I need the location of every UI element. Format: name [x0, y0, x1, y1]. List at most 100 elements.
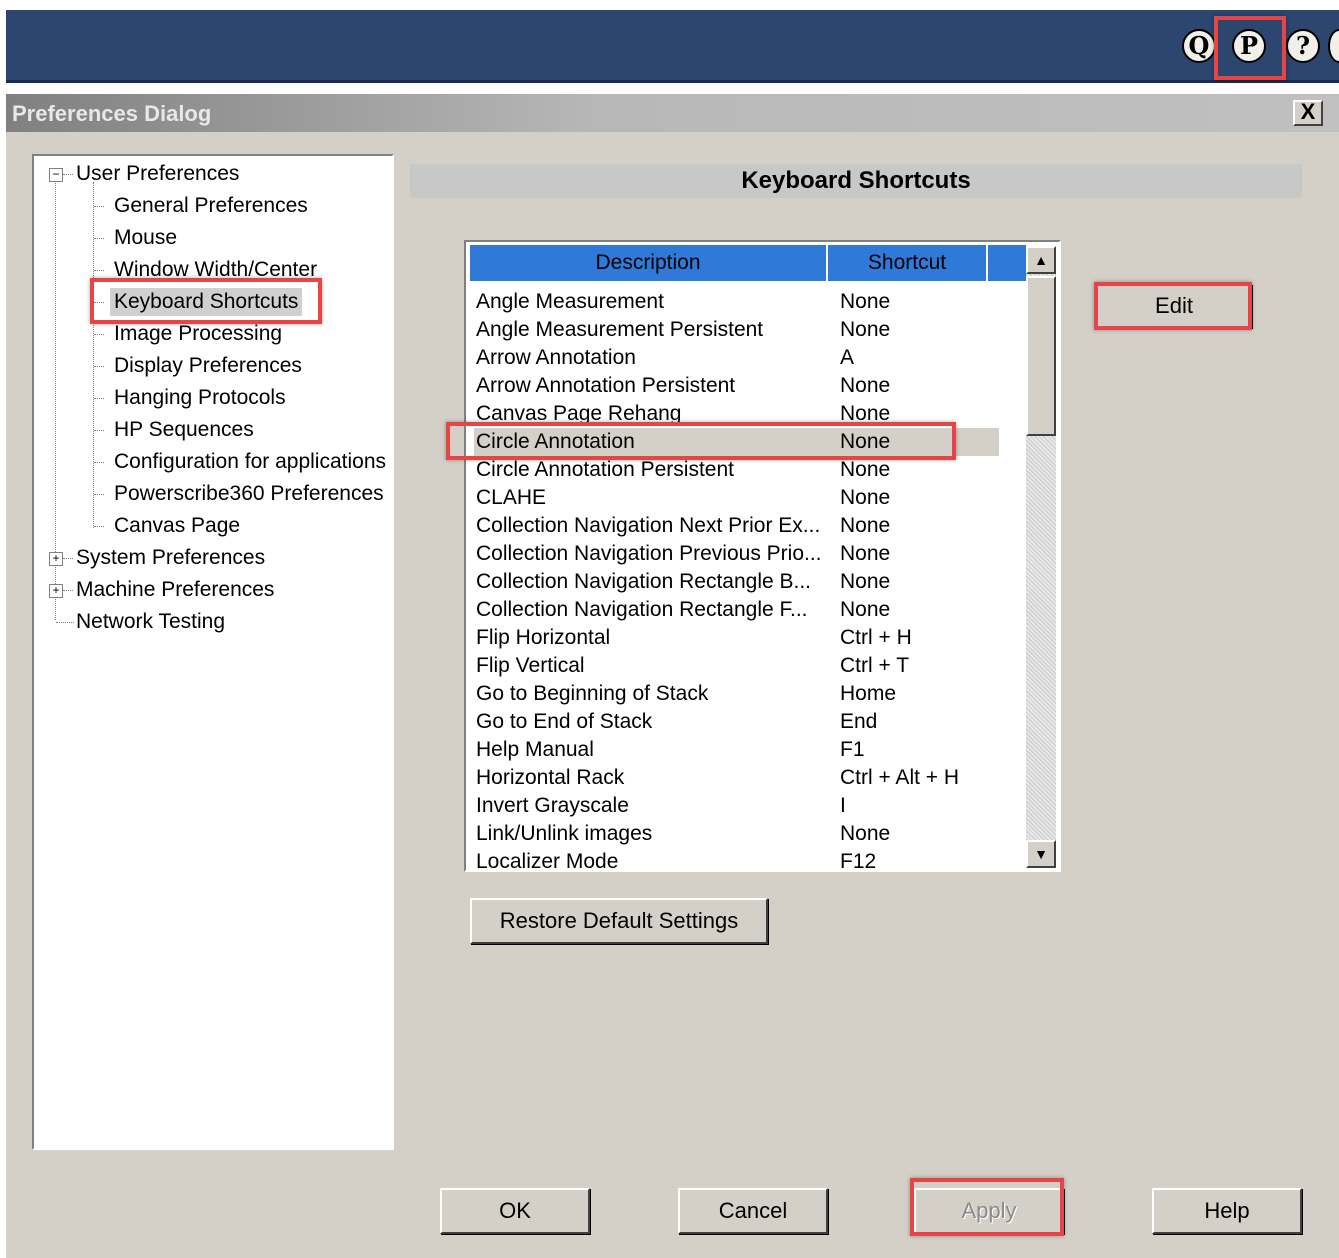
row-shortcut: None	[840, 430, 891, 453]
tree-line	[63, 590, 73, 591]
help-icon[interactable]: ?	[1286, 29, 1320, 63]
tree-item-powerscribe360-preferences[interactable]: Powerscribe360 Preferences	[114, 480, 384, 508]
table-row[interactable]: Collection Navigation Rectangle F... None	[474, 596, 999, 624]
row-shortcut: Ctrl + H	[840, 626, 912, 649]
tree-item-hp-sequences[interactable]: HP Sequences	[114, 416, 254, 444]
table-row[interactable]: Circle Annotation None	[474, 428, 999, 456]
table-row[interactable]: Go to Beginning of Stack Home	[474, 680, 999, 708]
table-row[interactable]: Flip Vertical Ctrl + T	[474, 652, 999, 680]
dialog-title: Preferences Dialog	[12, 101, 212, 126]
vertical-scrollbar[interactable]: ▲ ▼	[1026, 246, 1056, 868]
column-header-filler	[988, 245, 1026, 281]
table-row[interactable]: Collection Navigation Previous Prio... No…	[474, 540, 999, 568]
expand-icon[interactable]: +	[49, 552, 63, 566]
collapse-icon[interactable]: −	[49, 168, 63, 182]
tree-item-machine-preferences[interactable]: Machine Preferences	[76, 576, 274, 604]
tree-item-mouse[interactable]: Mouse	[114, 224, 177, 252]
table-row[interactable]: Go to End of Stack End	[474, 708, 999, 736]
dialog-titlebar: Preferences Dialog X	[6, 94, 1339, 132]
panel-heading: Keyboard Shortcuts	[410, 164, 1302, 198]
close-button[interactable]: X	[1293, 100, 1323, 126]
tree-item-general-preferences[interactable]: General Preferences	[114, 192, 308, 220]
table-row[interactable]: Angle Measurement Persistent None	[474, 316, 999, 344]
row-shortcut: None	[840, 318, 891, 341]
tree-item-window-width-center[interactable]: Window Width/Center	[114, 256, 317, 284]
row-description: Canvas Page Rehang	[476, 402, 682, 425]
row-description: Collection Navigation Rectangle F...	[476, 598, 808, 621]
column-header-description[interactable]: Description	[470, 245, 828, 281]
tree-line	[94, 334, 104, 335]
restore-default-settings-button[interactable]: Restore Default Settings	[470, 898, 768, 944]
edit-button[interactable]: Edit	[1096, 284, 1252, 328]
preferences-icon[interactable]: P	[1232, 29, 1266, 63]
help-button[interactable]: Help	[1152, 1188, 1302, 1234]
tree-line	[94, 494, 104, 495]
preferences-tree: − User Preferences General Preferences M…	[32, 154, 394, 1150]
expand-icon[interactable]: +	[49, 584, 63, 598]
row-shortcut: None	[840, 458, 891, 481]
shortcut-rows: Angle Measurement None Angle Measurement P…	[474, 288, 999, 872]
tree-line	[63, 174, 73, 175]
row-description: Help Manual	[476, 738, 594, 761]
ok-button[interactable]: OK	[440, 1188, 590, 1234]
tree-item-configuration-for-applications[interactable]: Configuration for applications	[114, 448, 386, 476]
row-shortcut: None	[840, 570, 891, 593]
table-row[interactable]: Canvas Page Rehang None	[474, 400, 999, 428]
row-description: CLAHE	[476, 486, 547, 509]
row-shortcut: F1	[840, 738, 865, 761]
row-description: Go to Beginning of Stack	[476, 682, 709, 705]
tree-line	[94, 526, 104, 527]
tree-item-keyboard-shortcuts[interactable]: Keyboard Shortcuts	[110, 288, 303, 316]
partial-icon[interactable]	[1328, 29, 1339, 63]
table-row[interactable]: Invert Grayscale I	[474, 792, 999, 820]
table-row[interactable]: Link/Unlink images None	[474, 820, 999, 848]
row-shortcut: None	[840, 374, 891, 397]
row-description: Arrow Annotation	[476, 346, 636, 369]
q-icon[interactable]: Q	[1182, 29, 1216, 63]
cancel-button[interactable]: Cancel	[678, 1188, 828, 1234]
tree-item-system-preferences[interactable]: System Preferences	[76, 544, 265, 572]
apply-button[interactable]: Apply	[914, 1188, 1064, 1234]
scroll-down-icon[interactable]: ▼	[1026, 840, 1056, 868]
tree-item-image-processing[interactable]: Image Processing	[114, 320, 282, 348]
scroll-thumb[interactable]	[1026, 276, 1056, 436]
table-row[interactable]: Angle Measurement None	[474, 288, 999, 316]
row-shortcut: None	[840, 822, 891, 845]
tree-line	[94, 398, 104, 399]
tree-line	[93, 182, 94, 528]
row-description: Invert Grayscale	[476, 794, 629, 817]
table-row[interactable]: Arrow Annotation A	[474, 344, 999, 372]
table-row[interactable]: Localizer Mode F12	[474, 848, 999, 872]
table-row[interactable]: Horizontal Rack Ctrl + Alt + H	[474, 764, 999, 792]
row-shortcut: End	[840, 710, 878, 733]
tree-item-display-preferences[interactable]: Display Preferences	[114, 352, 302, 380]
column-header-shortcut[interactable]: Shortcut	[828, 245, 988, 281]
row-description: Horizontal Rack	[476, 766, 625, 789]
table-row[interactable]: Help Manual F1	[474, 736, 999, 764]
table-row[interactable]: Circle Annotation Persistent None	[474, 456, 999, 484]
tree-item-hanging-protocols[interactable]: Hanging Protocols	[114, 384, 286, 412]
tree-line	[94, 270, 104, 271]
row-shortcut: A	[840, 346, 855, 369]
table-row[interactable]: Collection Navigation Rectangle B... None	[474, 568, 999, 596]
table-row[interactable]: Flip Horizontal Ctrl + H	[474, 624, 999, 652]
row-description: Collection Navigation Next Prior Ex...	[476, 514, 821, 537]
tree-line	[94, 430, 104, 431]
table-row[interactable]: CLAHE None	[474, 484, 999, 512]
table-row[interactable]: Collection Navigation Next Prior Ex... No…	[474, 512, 999, 540]
row-shortcut: F12	[840, 850, 877, 872]
tree-line	[56, 622, 74, 623]
row-shortcut: None	[840, 542, 891, 565]
row-shortcut: None	[840, 514, 891, 537]
tree-item-canvas-page[interactable]: Canvas Page	[114, 512, 240, 540]
row-description: Localizer Mode	[476, 850, 619, 872]
scroll-up-icon[interactable]: ▲	[1026, 246, 1056, 274]
row-description: Circle Annotation Persistent	[476, 458, 734, 481]
row-description: Flip Vertical	[476, 654, 585, 677]
tree-item-network-testing[interactable]: Network Testing	[76, 608, 225, 636]
table-row[interactable]: Arrow Annotation Persistent None	[474, 372, 999, 400]
row-description: Angle Measurement Persistent	[476, 318, 764, 341]
shortcuts-list[interactable]: Description Shortcut Angle Measurement No…	[464, 240, 1061, 872]
tree-item-user-preferences[interactable]: User Preferences	[76, 160, 239, 188]
row-description: Flip Horizontal	[476, 626, 611, 649]
